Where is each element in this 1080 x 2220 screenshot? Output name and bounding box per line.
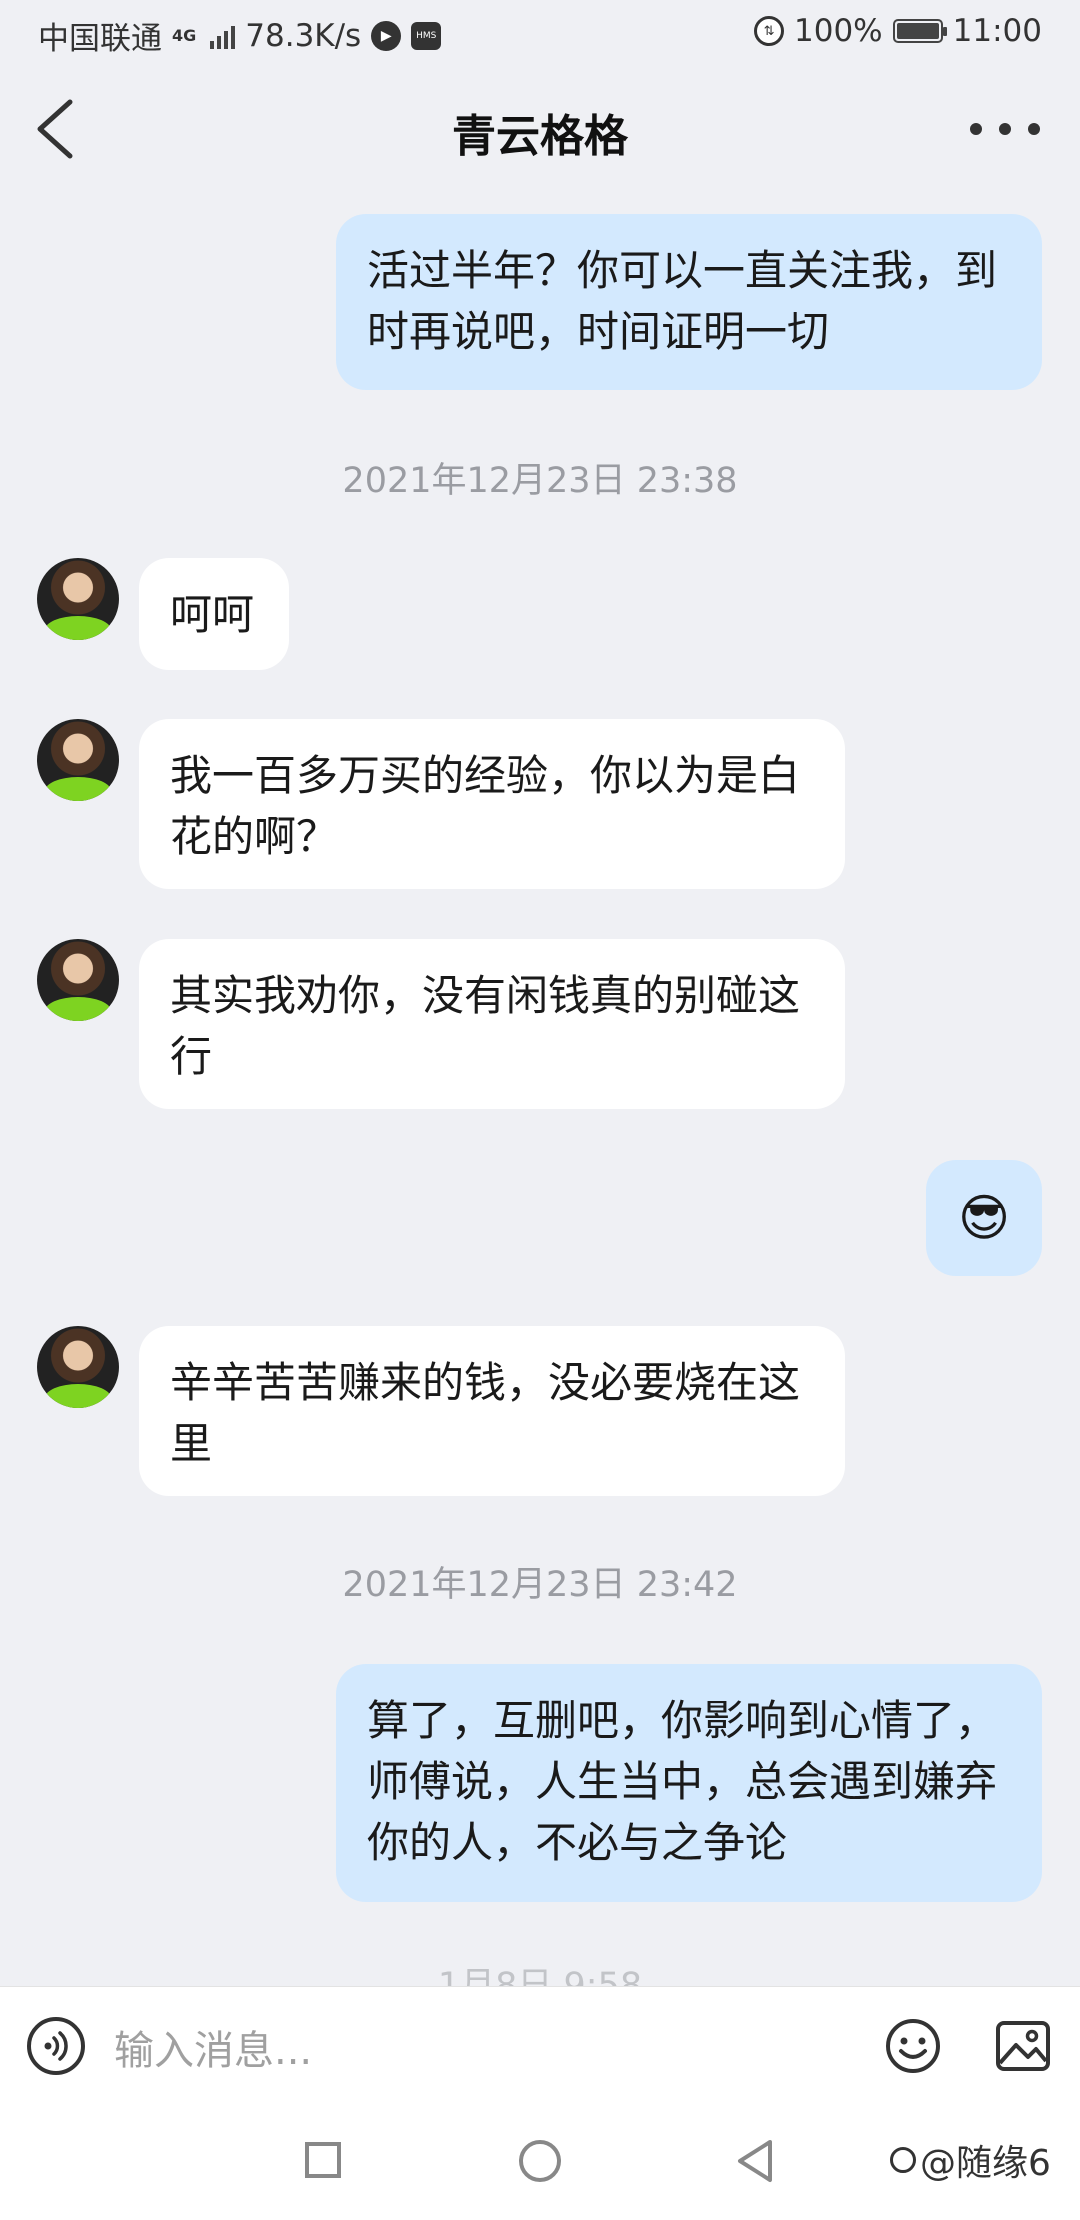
message-text: 呵呵 (170, 590, 255, 639)
received-message[interactable]: 辛辛苦苦赚来的钱，没必要烧在这里 (139, 1326, 845, 1496)
data-saver-icon: ⇅ (754, 16, 785, 46)
input-bar (0, 1986, 1080, 2117)
avatar[interactable] (37, 939, 119, 1021)
timestamp: 2021年12月23日 23:38 (342, 461, 738, 501)
signal-icon (210, 23, 236, 49)
triangle-back-icon (738, 2140, 772, 2182)
more-dot (1028, 123, 1040, 135)
recent-apps-button[interactable] (305, 2142, 341, 2178)
message-text: 算了，互删吧，你影响到心情了，师傅说，人生当中，总会遇到嫌弃你的人，不必与之争论 (367, 1696, 998, 1867)
message-text: 辛辛苦苦赚来的钱，没必要烧在这里 (170, 1358, 801, 1468)
status-bar: 中国联通 4G 78.3K/s ▶ HMS ⇅ 100% 11:00 (0, 0, 1080, 64)
status-right: ⇅ 100% 11:00 (754, 13, 1042, 49)
sent-message[interactable]: 😎 (926, 1160, 1042, 1276)
avatar[interactable] (37, 1326, 119, 1408)
received-message[interactable]: 我一百多万买的经验，你以为是白花的啊？ (139, 719, 845, 889)
voice-button[interactable] (27, 2017, 85, 2075)
watermark: @随缘6 (890, 2134, 1051, 2186)
sent-message[interactable]: 活过半年？你可以一直关注我，到时再说吧，时间证明一切 (336, 214, 1042, 390)
avatar[interactable] (37, 558, 119, 640)
battery-percent: 100% (794, 13, 883, 49)
status-left: 中国联通 4G 78.3K/s ▶ HMS (38, 13, 442, 58)
message-text: 活过半年？你可以一直关注我，到时再说吧，时间证明一切 (367, 246, 998, 356)
timestamp: 2021年12月23日 23:42 (342, 1565, 738, 1605)
play-icon: ▶ (371, 20, 402, 51)
avatar[interactable] (37, 719, 119, 801)
watermark-text: @随缘6 (920, 2143, 1051, 2184)
chat-header: 青云格格 (0, 64, 1080, 194)
hms-icon: HMS (411, 21, 442, 50)
message-text: 其实我劝你，没有闲钱真的别碰这行 (170, 971, 801, 1081)
more-dot (999, 123, 1011, 135)
smiley-icon (886, 2019, 940, 2073)
clock: 11:00 (952, 13, 1042, 49)
battery-icon (892, 19, 947, 43)
sent-message[interactable]: 算了，互删吧，你影响到心情了，师傅说，人生当中，总会遇到嫌弃你的人，不必与之争论 (336, 1664, 1042, 1902)
image-icon (996, 2021, 1050, 2071)
voice-icon (44, 2031, 68, 2061)
carrier-label: 中国联通 (38, 21, 162, 57)
received-message[interactable]: 呵呵 (139, 558, 289, 670)
more-button[interactable] (970, 114, 1040, 144)
emoji-button[interactable] (884, 2017, 942, 2075)
sunglasses-emoji-icon: 😎 (957, 1188, 1011, 1247)
system-back-button[interactable] (734, 2138, 776, 2184)
message-text: 我一百多万买的经验，你以为是白花的啊？ (170, 751, 801, 861)
timestamp: 1月8日 9:58 (437, 1966, 643, 1986)
page-title: 青云格格 (452, 111, 628, 162)
network-speed: 78.3K/s (245, 17, 362, 54)
watermark-logo-icon (890, 2147, 916, 2173)
home-button[interactable] (519, 2140, 561, 2182)
network-label: 4G (172, 26, 197, 45)
more-dots-icon (970, 123, 982, 135)
image-button[interactable] (994, 2017, 1052, 2075)
message-input[interactable] (112, 2015, 856, 2087)
received-message[interactable]: 其实我劝你，没有闲钱真的别碰这行 (139, 939, 845, 1109)
